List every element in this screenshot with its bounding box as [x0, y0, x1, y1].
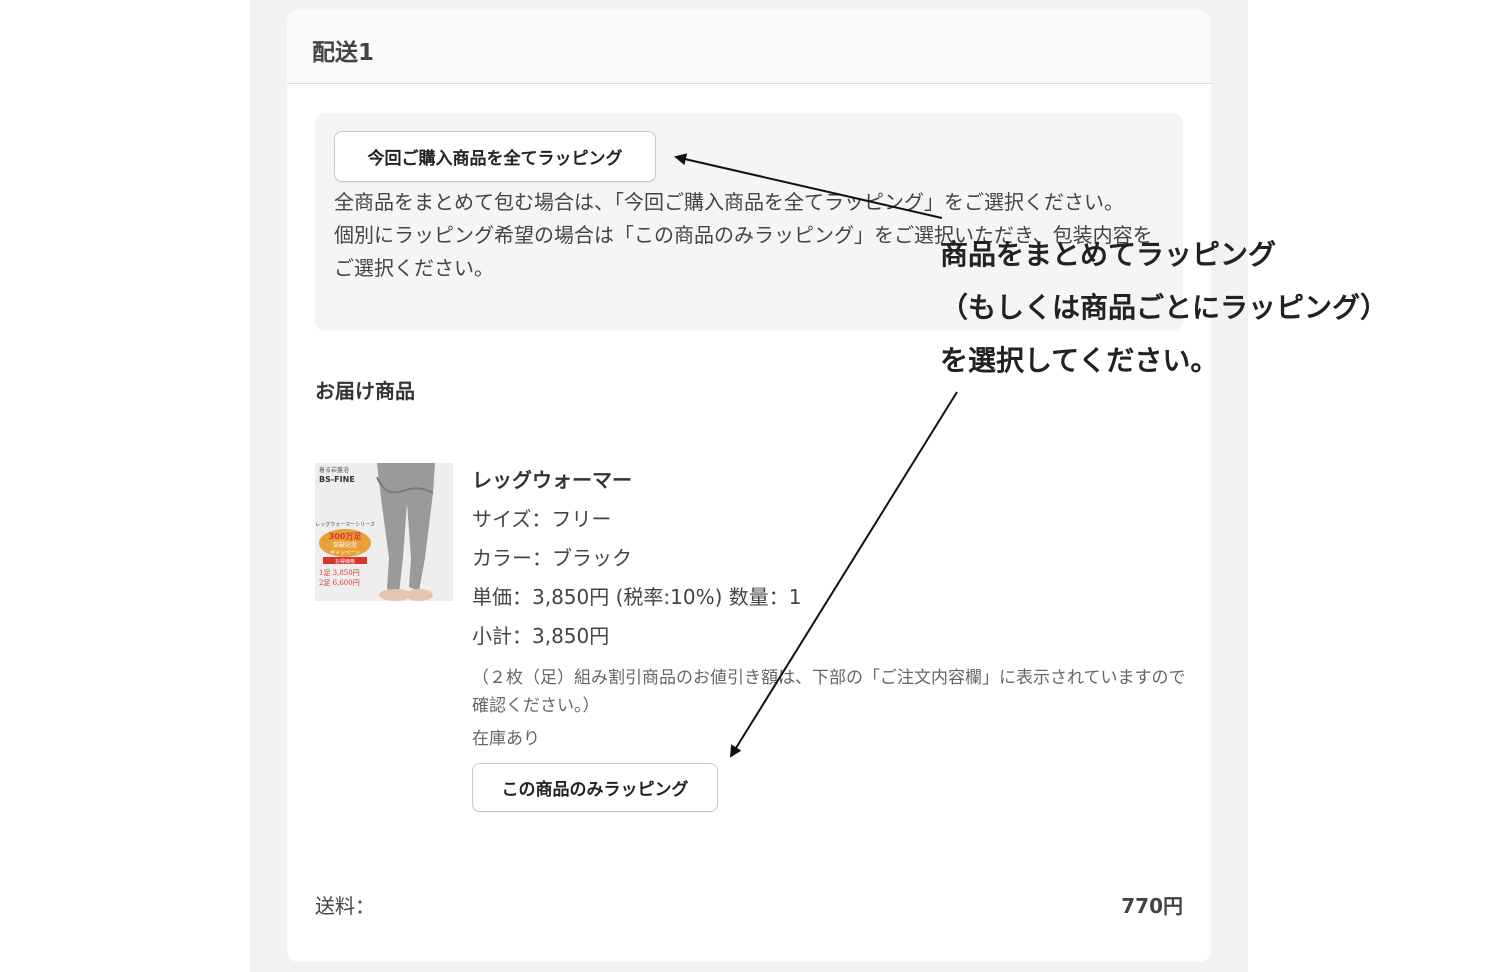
annotation-line: を選択してください。 [940, 344, 1219, 377]
annotation-arrows [674, 153, 958, 758]
arrow-to-wrap-all [674, 153, 943, 219]
annotation-line: 商品をまとめてラッピング [940, 238, 1277, 271]
annotation-text: 商品をまとめてラッピング （もしくは商品ごとにラッピング） を選択してください。 [940, 228, 1480, 387]
arrow-to-wrap-one [729, 391, 958, 758]
annotation-line: （もしくは商品ごとにラッピング） [940, 291, 1389, 324]
